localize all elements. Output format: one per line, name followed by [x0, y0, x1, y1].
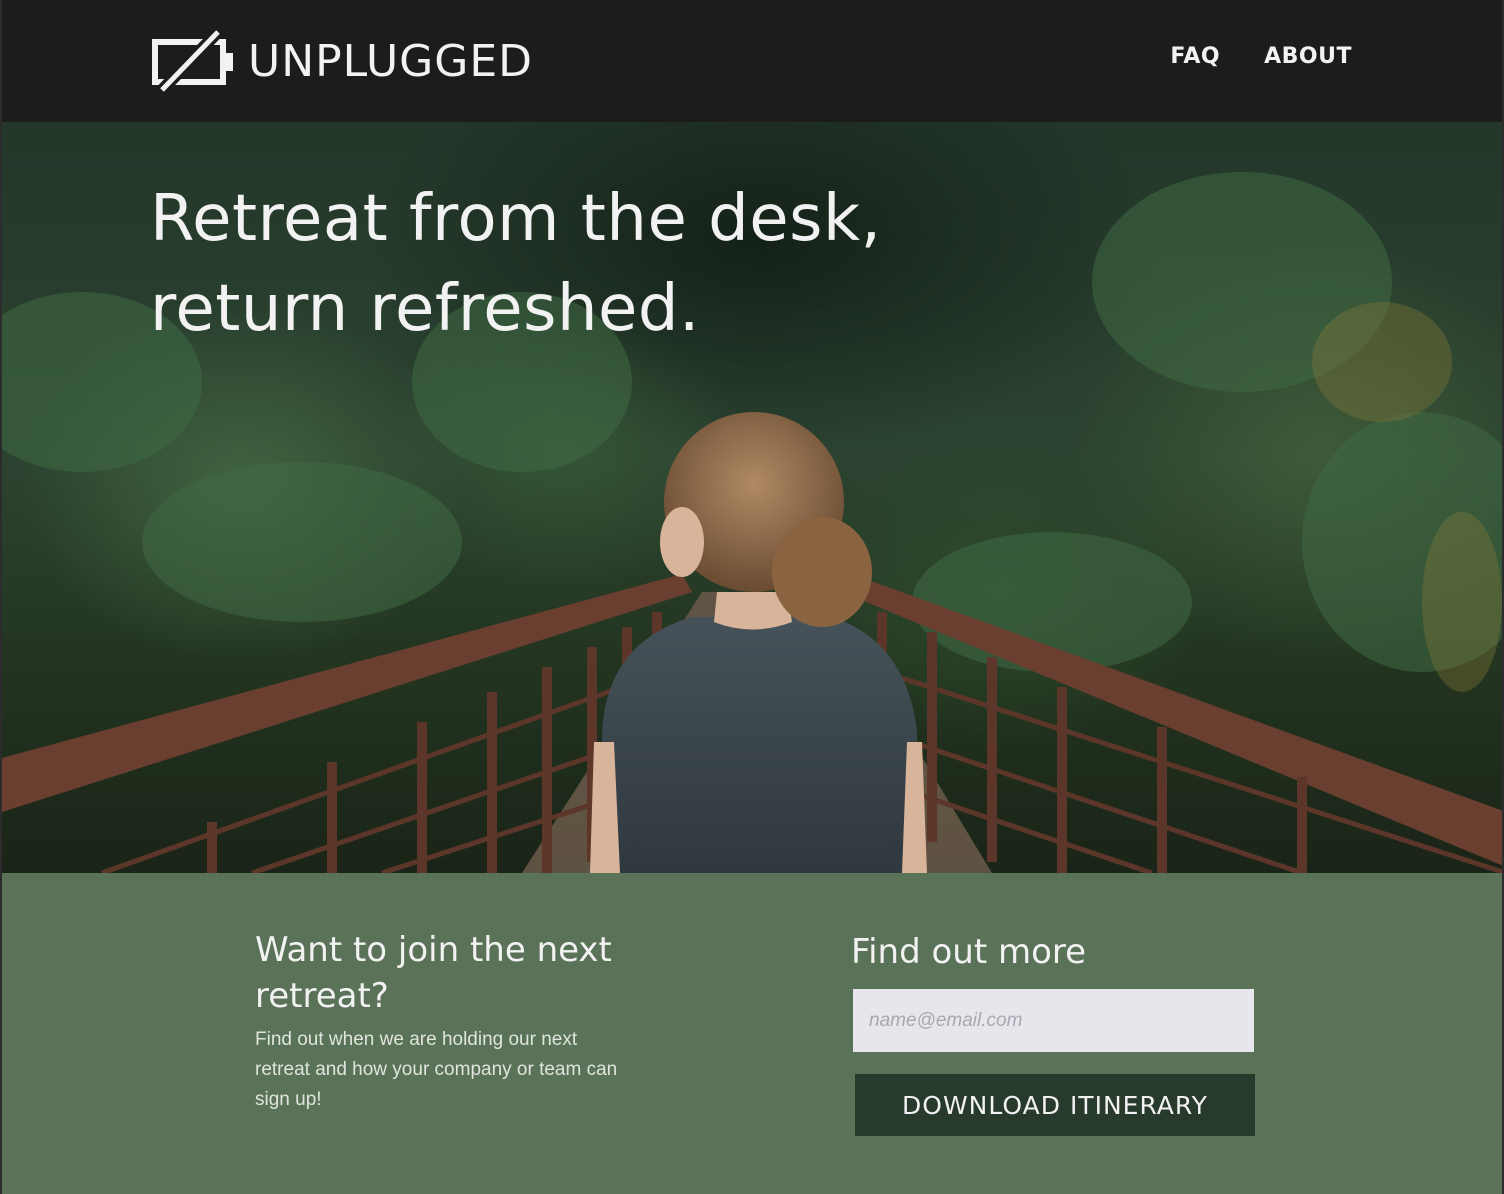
hero-headline-line-2: return refreshed.: [150, 272, 700, 346]
landing-page: UNPLUGGED FAQ ABOUT Retreat from the des…: [0, 0, 1504, 1194]
hero-headline: Retreat from the desk, return refreshed.: [150, 174, 1050, 354]
nav-faq-link[interactable]: FAQ: [1170, 44, 1220, 69]
download-itinerary-button[interactable]: DOWNLOAD ITINERARY: [855, 1074, 1255, 1136]
join-heading: Want to join the next retreat?: [255, 930, 612, 1016]
signup-section: Want to join the next retreat? Find out …: [2, 873, 1502, 1194]
email-input[interactable]: [853, 989, 1254, 1052]
navbar: UNPLUGGED FAQ ABOUT: [2, 0, 1502, 122]
find-out-more-heading: Find out more: [851, 932, 1087, 972]
main-nav: FAQ ABOUT: [1170, 44, 1352, 69]
brand-logo-link[interactable]: UNPLUGGED: [152, 28, 533, 94]
hero-headline-line-1: Retreat from the desk,: [150, 182, 882, 256]
brand-name: UNPLUGGED: [248, 35, 534, 87]
hero-section: Retreat from the desk, return refreshed.: [2, 122, 1502, 873]
battery-crossed-icon: [152, 28, 233, 94]
join-description: Find out when we are holding our next re…: [255, 1029, 618, 1110]
nav-about-link[interactable]: ABOUT: [1264, 44, 1352, 69]
